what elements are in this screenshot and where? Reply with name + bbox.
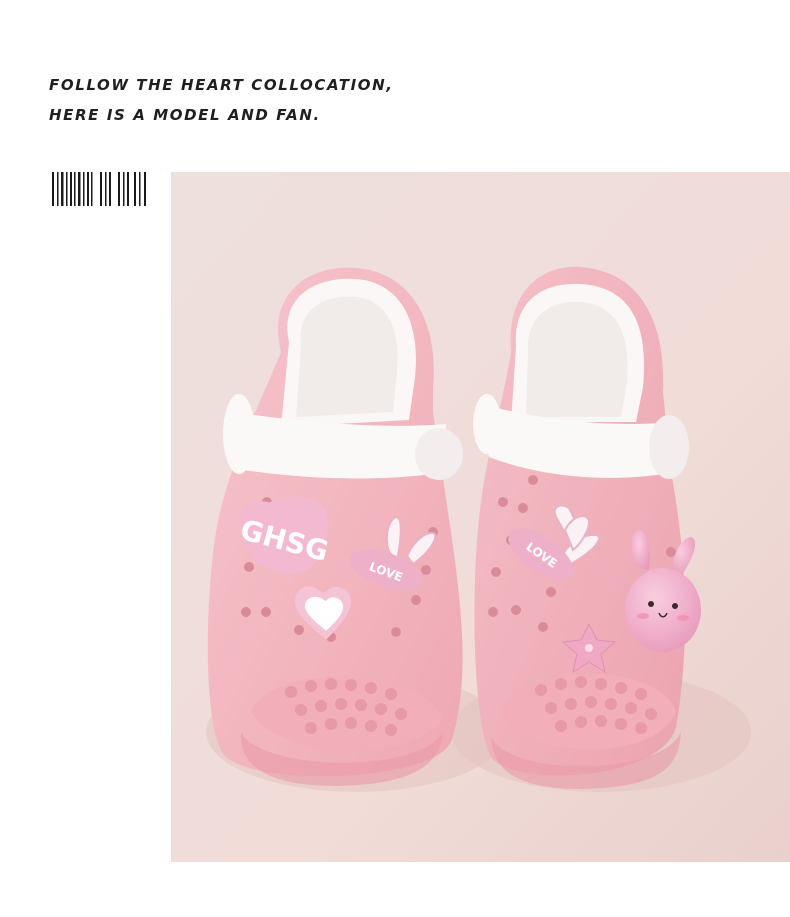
barcode-icon — [52, 172, 146, 206]
headline-line-1: FOLLOW THE HEART COLLOCATION, — [49, 76, 394, 94]
headline: FOLLOW THE HEART COLLOCATION, HERE IS A … — [49, 78, 394, 123]
headline-line-2: HERE IS A MODEL AND FAN. — [49, 106, 321, 124]
product-photo: GHSG LOVE LOVE — [171, 172, 790, 862]
